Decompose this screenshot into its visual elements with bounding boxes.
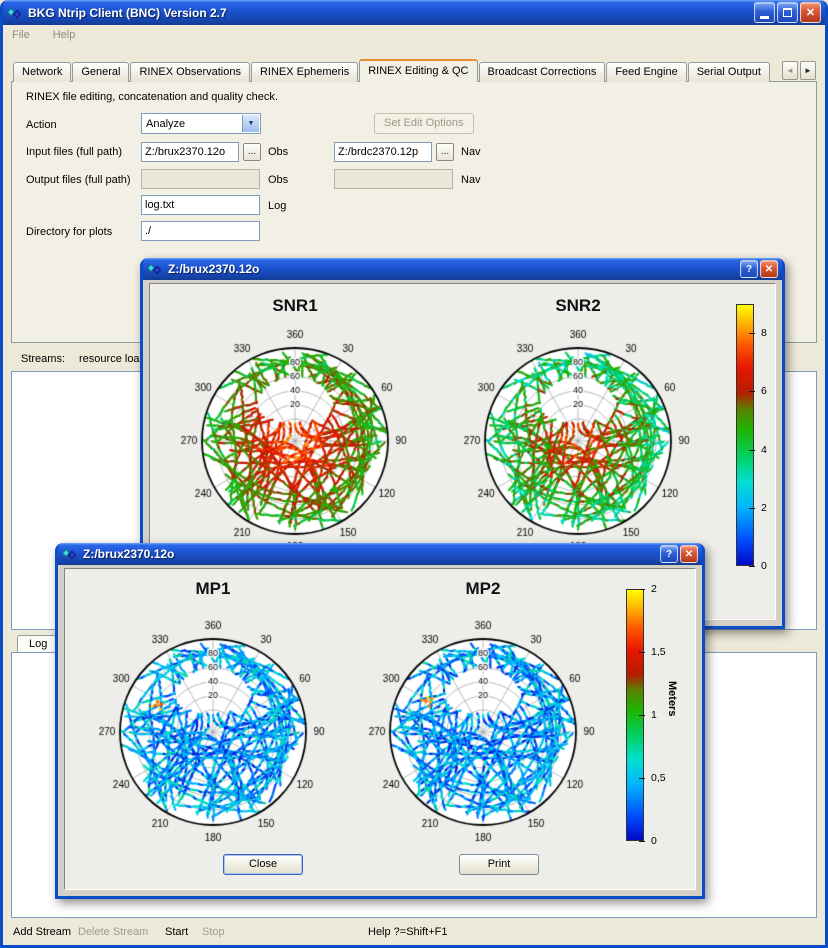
bnc-logo-icon (62, 546, 78, 562)
tab-scroll-left-button[interactable]: ◄ (782, 61, 798, 80)
help-button[interactable]: ? (740, 260, 758, 278)
colorbar-tick-label: 2 (761, 502, 767, 514)
action-value: Analyze (146, 118, 185, 130)
minimize-button[interactable] (754, 2, 775, 23)
colorbar-tick-mark (749, 391, 755, 392)
action-combobox[interactable]: Analyze ▼ (141, 113, 261, 134)
plots-dir-label: Directory for plots (26, 226, 112, 238)
mp-dialog-title: Z:/brux2370.12o (83, 547, 660, 561)
tab-broadcast-corrections[interactable]: Broadcast Corrections (479, 62, 606, 82)
logfile-label: Log (268, 200, 286, 212)
browse-obs-button[interactable]: ... (243, 143, 261, 161)
tab-bar: NetworkGeneralRINEX ObservationsRINEX Ep… (13, 59, 771, 82)
panel-description: RINEX file editing, concatenation and qu… (26, 91, 278, 103)
tab-scroll-right-button[interactable]: ► (800, 61, 816, 80)
colorbar-tick-label: 0 (761, 560, 767, 572)
colorbar-tick-mark (749, 450, 755, 451)
window-title: BKG Ntrip Client (BNC) Version 2.7 (28, 6, 754, 20)
help-button[interactable]: ? (660, 545, 678, 563)
mp-plot-panel: MP1 MP2 2 1,5 1 0,5 0 Meters Close Print (64, 568, 696, 890)
nav-label: Nav (461, 146, 481, 158)
dialog-close-button[interactable]: Close (223, 854, 303, 875)
help-shortcut-label: Help ?=Shift+F1 (368, 926, 448, 938)
tab-general[interactable]: General (72, 62, 129, 82)
output-nav-label: Nav (461, 174, 481, 186)
output-obs-field (141, 169, 260, 189)
colorbar-unit-label: Meters (666, 681, 678, 716)
colorbar-tick-label: 0,5 (651, 772, 666, 784)
menu-help[interactable]: Help (53, 29, 76, 41)
colorbar-tick-label: 8 (761, 327, 767, 339)
plot-title-snr2: SNR2 (453, 296, 703, 316)
set-edit-options-button[interactable]: Set Edit Options (374, 113, 474, 134)
plot-title-mp1: MP1 (88, 579, 338, 599)
start-button[interactable]: Start (165, 926, 188, 938)
tab-feed-engine[interactable]: Feed Engine (606, 62, 686, 82)
streams-header: Streams: resource load (21, 353, 146, 365)
tab-rinex-ephemeris[interactable]: RINEX Ephemeris (251, 62, 358, 82)
plots-dir-field[interactable] (141, 221, 260, 241)
colorbar-tick-label: 0 (651, 835, 657, 847)
streams-label: Streams: (21, 353, 65, 365)
skyplot-mp1 (88, 607, 338, 857)
streams-status: resource load (79, 353, 146, 365)
colorbar-gradient (736, 304, 754, 566)
input-nav-field[interactable] (334, 142, 432, 162)
stop-button[interactable]: Stop (202, 926, 225, 938)
colorbar-tick-mark (749, 333, 755, 334)
colorbar-tick-mark (639, 589, 645, 590)
logfile-field[interactable] (141, 195, 260, 215)
colorbar-tick-mark (639, 778, 645, 779)
colorbar-tick-label: 1 (651, 709, 657, 721)
snr-dialog-titlebar[interactable]: Z:/brux2370.12o ? ✕ (143, 258, 782, 280)
add-stream-button[interactable]: Add Stream (13, 926, 71, 938)
tab-rinex-editing-qc[interactable]: RINEX Editing & QC (359, 59, 477, 82)
colorbar-tick-mark (749, 566, 755, 567)
colorbar-tick-label: 6 (761, 385, 767, 397)
obs-label: Obs (268, 146, 288, 158)
menu-file[interactable]: File (12, 29, 30, 41)
close-button[interactable]: ✕ (760, 260, 778, 278)
bottom-bar: Add Stream Delete Stream Start Stop Help… (3, 920, 825, 945)
mp-colorbar: 21,510,50 (626, 589, 690, 841)
mp-plot-window: Z:/brux2370.12o ? ✕ MP1 MP2 2 1,5 1 0,5 0 Me… (55, 543, 705, 899)
input-files-label: Input files (full path) (26, 146, 122, 158)
colorbar-tick-mark (639, 652, 645, 653)
close-button[interactable]: ✕ (800, 2, 821, 23)
colorbar-tick-mark (639, 715, 645, 716)
mp-dialog-titlebar[interactable]: Z:/brux2370.12o ? ✕ (58, 543, 702, 565)
bnc-logo-icon (147, 261, 163, 277)
main-titlebar[interactable]: BKG Ntrip Client (BNC) Version 2.7 ✕ (3, 0, 825, 25)
dialog-print-button[interactable]: Print (459, 854, 539, 875)
colorbar-tick-label: 4 (761, 444, 767, 456)
output-obs-label: Obs (268, 174, 288, 186)
chevron-down-icon[interactable]: ▼ (242, 115, 259, 132)
maximize-button[interactable] (777, 2, 798, 23)
colorbar-tick-label: 1,5 (651, 646, 666, 658)
skyplot-snr2 (453, 316, 703, 566)
colorbar-tick-mark (639, 841, 645, 842)
snr-colorbar: 86420 (736, 304, 800, 566)
snr-dialog-title: Z:/brux2370.12o (168, 262, 740, 276)
bnc-logo-icon (7, 5, 23, 21)
browse-nav-button[interactable]: ... (436, 143, 454, 161)
log-tab[interactable]: Log (17, 635, 59, 652)
input-obs-field[interactable] (141, 142, 239, 162)
menu-bar: File Help (3, 25, 825, 45)
action-label: Action (26, 119, 57, 131)
colorbar-tick-mark (749, 508, 755, 509)
output-files-label: Output files (full path) (26, 174, 131, 186)
colorbar-tick-label: 2 (651, 583, 657, 595)
skyplot-snr1 (170, 316, 420, 566)
tab-rinex-observations[interactable]: RINEX Observations (130, 62, 249, 82)
close-button[interactable]: ✕ (680, 545, 698, 563)
plot-title-mp2: MP2 (358, 579, 608, 599)
skyplot-mp2 (358, 607, 608, 857)
tab-serial-output[interactable]: Serial Output (688, 62, 770, 82)
plot-title-snr1: SNR1 (170, 296, 420, 316)
tab-network[interactable]: Network (13, 62, 71, 82)
output-nav-field (334, 169, 453, 189)
delete-stream-button[interactable]: Delete Stream (78, 926, 148, 938)
